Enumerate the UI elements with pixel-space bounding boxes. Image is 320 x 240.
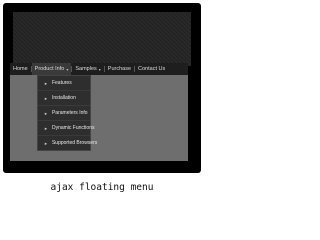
dropdown-item-dynamic-functions[interactable]: ► Dynamic Functions [38, 121, 94, 136]
dropdown-item-supported-browsers[interactable]: ► Supported Browsers [38, 136, 97, 150]
menu-item-contact-us[interactable]: Contact Us [135, 63, 168, 75]
menu-item-product-info[interactable]: Product Info ▾ [31, 63, 72, 75]
menu-bar: Home Product Info ▾ Samples ▾ Purchase C… [10, 63, 188, 75]
chevron-down-icon: ▾ [66, 66, 69, 72]
menu-item-home[interactable]: Home [10, 63, 31, 75]
play-arrow-icon: ► [44, 140, 48, 146]
dropdown-item-features[interactable]: ► Features [38, 76, 90, 91]
menu-item-label: Purchase [107, 66, 132, 72]
header-band [13, 12, 191, 66]
play-arrow-icon: ► [44, 125, 48, 131]
dropdown-item-parameters-info[interactable]: ► Parameters Info [38, 106, 90, 121]
play-arrow-icon: ► [44, 95, 48, 101]
dropdown-item-label: Supported Browsers [51, 140, 98, 146]
chevron-down-icon: ▾ [98, 66, 101, 72]
dropdown-item-label: Parameters Info [51, 110, 88, 116]
menu-item-purchase[interactable]: Purchase [105, 63, 134, 75]
play-arrow-icon: ► [44, 110, 48, 116]
menu-item-samples[interactable]: Samples ▾ [72, 63, 103, 75]
menu-item-label: Product Info [34, 66, 65, 72]
caption-text: ajax floating menu [50, 182, 154, 193]
play-arrow-icon: ► [44, 80, 48, 86]
menu-item-label: Samples [75, 66, 97, 72]
dropdown-item-label: Features [51, 80, 72, 86]
dropdown-item-label: Installation [51, 95, 76, 101]
dropdown-item-label: Dynamic Functions [51, 125, 95, 131]
dropdown-menu: ► Features ► Installation ► Parameters I… [37, 75, 97, 151]
menu-item-label: Contact Us [138, 66, 166, 72]
menu-item-label: Home [13, 66, 28, 72]
dropdown-item-installation[interactable]: ► Installation [38, 91, 90, 106]
